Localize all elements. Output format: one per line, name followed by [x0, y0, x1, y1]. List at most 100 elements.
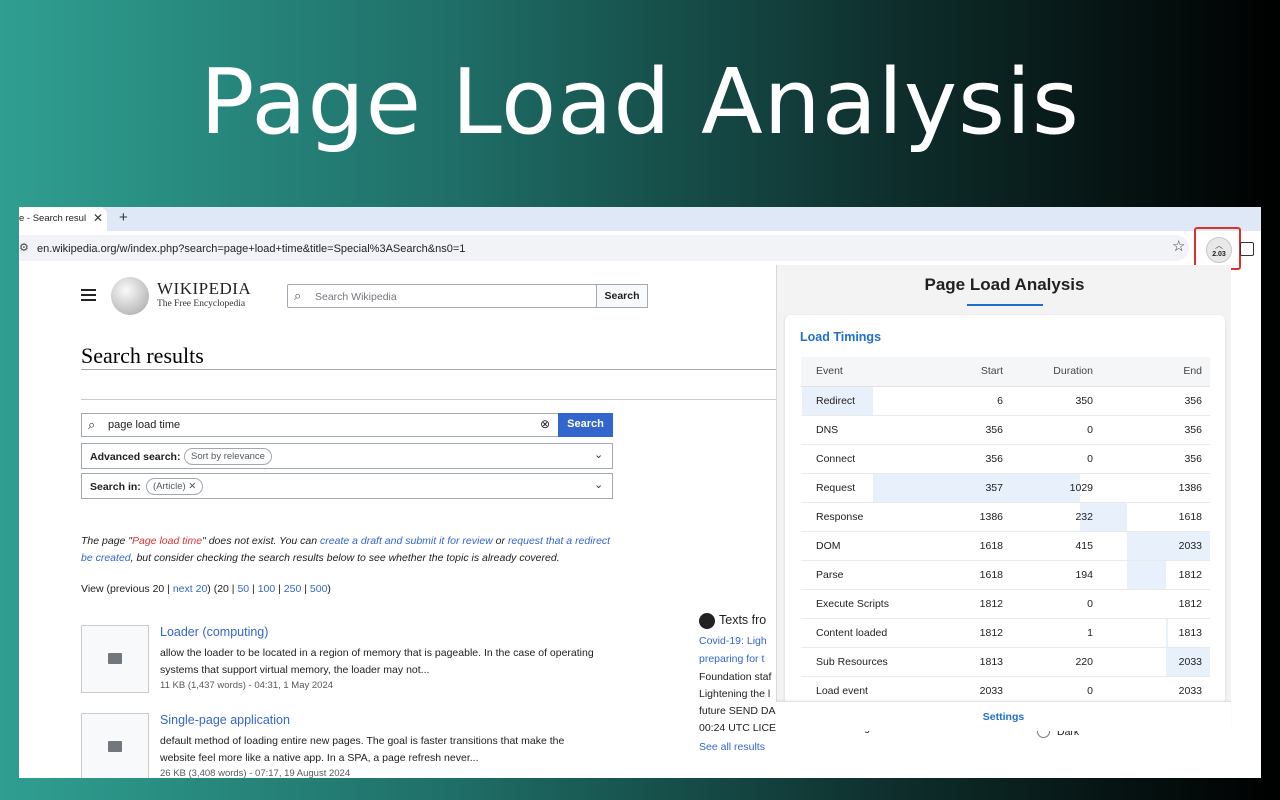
- card-title: Load Timings: [800, 330, 882, 344]
- chevron-down-icon[interactable]: ⌄: [594, 478, 603, 491]
- table-row: DOM 1618 415 2033: [801, 531, 1210, 561]
- cell-text: 350: [1075, 394, 1093, 407]
- result-title-link[interactable]: Loader: [160, 625, 199, 639]
- limit-500-link[interactable]: 500: [310, 583, 328, 595]
- table-cell-end: 2033: [1101, 647, 1210, 677]
- sister-result-link[interactable]: preparing for t: [699, 653, 764, 665]
- table-cell-duration: 232: [1011, 502, 1101, 532]
- cell-text: 1618: [979, 539, 1003, 552]
- namespace-chip[interactable]: (Article) ✕: [146, 478, 204, 495]
- settings-button[interactable]: Settings: [776, 701, 1231, 731]
- table-cell-start: 357: [941, 473, 1011, 503]
- page-title: Search results: [81, 343, 204, 368]
- chevron-down-icon[interactable]: ⌄: [594, 448, 603, 461]
- extension-button[interactable]: ︿ 2.03: [1206, 237, 1232, 263]
- menu-icon[interactable]: [81, 289, 96, 304]
- cell-text: 356: [1184, 394, 1202, 407]
- plus-icon[interactable]: +: [119, 209, 128, 226]
- table-cell-event: Request: [801, 473, 1080, 503]
- clear-icon[interactable]: ⊗: [540, 417, 550, 431]
- cell-text: Execute Scripts: [816, 597, 889, 610]
- result-snippet: default method of loading entire new pag…: [160, 735, 565, 764]
- wiki-search-input[interactable]: ⌕ Search Wikipedia: [287, 284, 597, 308]
- sister-result-text: future SEND DA: [699, 705, 776, 717]
- pagination-text: ) (20 |: [207, 583, 238, 595]
- wiki-search-button[interactable]: Search: [596, 284, 648, 308]
- table-cell-event: Content loaded: [801, 618, 1168, 648]
- cell-text: 1813: [979, 655, 1003, 668]
- missing-page-link[interactable]: Page load time: [132, 535, 202, 547]
- puzzle-icon[interactable]: [1240, 242, 1254, 256]
- extension-popup: Page Load Analysis Load Timings Event St…: [776, 265, 1231, 706]
- table-cell-start: 1813: [941, 647, 1011, 677]
- cell-text: Connect: [816, 452, 856, 465]
- tab-label: e - Search resul: [19, 213, 87, 224]
- cell-text: 1029: [1069, 481, 1093, 494]
- cell-text: 2033: [1178, 655, 1202, 668]
- cell-text: 356: [1184, 423, 1202, 436]
- query-value: page load time: [108, 419, 181, 431]
- browser-tab[interactable]: e - Search resul ✕: [19, 207, 107, 231]
- cell-text: Parse: [816, 568, 844, 581]
- result-title-link-suffix[interactable]: (computing): [199, 625, 268, 639]
- column-header: End: [1101, 357, 1210, 387]
- cell-text: 2033: [1178, 539, 1202, 552]
- result-title-link[interactable]: Single-page application: [160, 713, 290, 727]
- search-in-dropdown[interactable]: Search in: (Article) ✕ ⌄: [81, 473, 613, 499]
- sister-result-text: Foundation staf: [699, 671, 772, 683]
- wikipedia-logo[interactable]: [111, 277, 149, 315]
- result-thumbnail[interactable]: [81, 713, 149, 778]
- tune-icon[interactable]: ⚙: [19, 241, 29, 254]
- close-icon[interactable]: ✕: [93, 211, 103, 225]
- cell-text: 2033: [979, 684, 1003, 697]
- limit-100-link[interactable]: 100: [258, 583, 276, 595]
- result-thumbnail[interactable]: [81, 625, 149, 693]
- star-icon[interactable]: ☆: [1172, 237, 1185, 255]
- wikinews-icon: [699, 613, 715, 629]
- wiki-search-placeholder: Search Wikipedia: [315, 291, 397, 303]
- result-meta: 26 KB (3,408 words) - 07:17, 19 August 2…: [160, 768, 351, 778]
- next-20-link[interactable]: next 20: [173, 583, 207, 595]
- search-icon: ⌕: [88, 417, 96, 432]
- browser-screenshot: e - Search resul ✕ + ⚙ en.wikipedia.org/…: [19, 207, 1261, 778]
- timings-table: Event Start Duration End Redirect 6 350 356…: [801, 357, 1210, 706]
- limit-50-link[interactable]: 50: [237, 583, 249, 595]
- cell-text: 1386: [1178, 481, 1202, 494]
- table-row: Content loaded 1812 1 1813: [801, 618, 1210, 648]
- table-cell-event: Redirect: [801, 386, 941, 416]
- table-cell-end: 356: [1101, 415, 1210, 445]
- title-divider: [81, 369, 781, 370]
- popup-title: Page Load Analysis: [924, 275, 1085, 294]
- omnibox[interactable]: ⚙ en.wikipedia.org/w/index.php?search=pa…: [19, 235, 1189, 261]
- pagination-text: View (previous 20 |: [81, 583, 173, 595]
- gauge-icon: ︿: [1215, 241, 1223, 250]
- image-icon: [108, 741, 122, 752]
- query-search-button[interactable]: Search: [558, 413, 613, 437]
- cell-text: 1812: [979, 626, 1003, 639]
- result-snippet: allow the loader to be located in a regi…: [160, 647, 594, 676]
- sister-project-title: Texts fro: [719, 613, 767, 627]
- limit-250-link[interactable]: 250: [284, 583, 302, 595]
- create-draft-link[interactable]: create a draft and submit it for review: [320, 535, 493, 547]
- wikipedia-tagline: The Free Encyclopedia: [157, 299, 246, 309]
- result-title: Loader (computing): [160, 625, 268, 639]
- table-cell-end: 1813: [1101, 618, 1210, 648]
- notice-text: or: [492, 535, 508, 547]
- cell-text: 356: [985, 423, 1003, 436]
- table-cell-event: Sub Resources: [801, 647, 1210, 677]
- sort-chip[interactable]: Sort by relevance: [184, 448, 272, 465]
- tab-strip: e - Search resul ✕ +: [19, 207, 1261, 231]
- table-cell-duration: 220: [1011, 647, 1101, 677]
- sister-result-link[interactable]: Covid-19: Ligh: [699, 635, 767, 647]
- search-in-label: Search in:: [90, 481, 141, 493]
- close-icon[interactable]: ✕: [188, 481, 196, 492]
- url-text[interactable]: en.wikipedia.org/w/index.php?search=page…: [37, 243, 465, 255]
- wikipedia-wordmark[interactable]: WIKIPEDIA: [157, 279, 251, 299]
- see-all-results-link[interactable]: See all results: [699, 741, 765, 753]
- advanced-search-dropdown[interactable]: Advanced search: Sort by relevance ⌄: [81, 443, 613, 469]
- table-row: Response 1386 232 1618: [801, 502, 1210, 532]
- query-input[interactable]: ⌕ page load time ⊗: [81, 413, 559, 437]
- column-header: Event: [801, 357, 941, 387]
- table-cell-duration: 194: [1011, 560, 1101, 590]
- cell-text: Request: [816, 481, 856, 494]
